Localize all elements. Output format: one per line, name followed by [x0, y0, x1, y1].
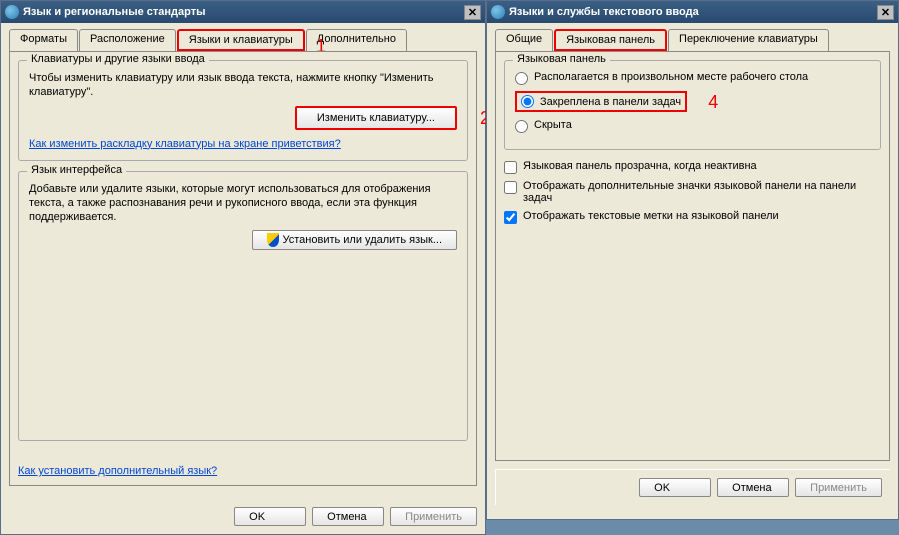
group-title-3: Языковая панель: [513, 53, 610, 65]
tab-general[interactable]: Общие: [495, 29, 553, 51]
shield-icon: [267, 233, 279, 247]
check-transparent[interactable]: Языковая панель прозрачна, когда неактив…: [504, 160, 881, 174]
close-button-2[interactable]: ✕: [877, 5, 894, 20]
checkbox-2[interactable]: [504, 181, 517, 194]
keyboards-group: Клавиатуры и другие языки ввода Чтобы из…: [18, 60, 468, 161]
titlebar-2[interactable]: Языки и службы текстового ввода ✕: [487, 1, 898, 23]
group-desc-2: Добавьте или удалите языки, которые могу…: [29, 182, 457, 225]
check-additional-icons[interactable]: Отображать дополнительные значки языково…: [504, 180, 881, 204]
ok-button-2[interactable]: OK: [639, 478, 711, 497]
button-label: Установить или удалить язык...: [283, 234, 443, 246]
check-label-3: Отображать текстовые метки на языковой п…: [523, 210, 779, 222]
tab-location[interactable]: Расположение: [79, 29, 176, 51]
titlebar[interactable]: Язык и региональные стандарты ✕: [1, 1, 485, 23]
tab-keyboard-switch[interactable]: Переключение клавиатуры: [668, 29, 829, 51]
radio-input-3[interactable]: [515, 120, 528, 133]
apply-button[interactable]: Применить: [390, 507, 477, 526]
tab-content: Клавиатуры и другие языки ввода Чтобы из…: [9, 51, 477, 486]
change-keyboard-button[interactable]: Изменить клавиатуру...: [295, 106, 457, 130]
globe-icon: [5, 5, 19, 19]
window-title: Язык и региональные стандарты: [23, 6, 460, 18]
regional-settings-window: Язык и региональные стандарты ✕ Форматы …: [0, 0, 486, 535]
tabs-bar: Форматы Расположение Языки и клавиатуры …: [1, 23, 485, 51]
tab-languages-keyboards[interactable]: Языки и клавиатуры: [177, 29, 305, 51]
radio-input-2[interactable]: [521, 95, 534, 108]
dialog-buttons-2: OK Отмена Применить: [495, 469, 890, 505]
text-input-services-window: Языки и службы текстового ввода ✕ Общие …: [486, 0, 899, 520]
install-remove-language-button[interactable]: Установить или удалить язык...: [252, 230, 458, 250]
cancel-button[interactable]: Отмена: [312, 507, 384, 526]
language-panel-group: Языковая панель Располагается в произвол…: [504, 60, 881, 150]
window-title-2: Языки и службы текстового ввода: [509, 6, 873, 18]
ok-button[interactable]: OK: [234, 507, 306, 526]
radio-hidden[interactable]: Скрыта: [515, 119, 870, 133]
check-label-2: Отображать дополнительные значки языково…: [523, 180, 881, 204]
radio-label-1: Располагается в произвольном месте рабоч…: [534, 71, 808, 83]
tab-content-2: Языковая панель Располагается в произвол…: [495, 51, 890, 461]
tab-formats[interactable]: Форматы: [9, 29, 78, 51]
group-desc: Чтобы изменить клавиатуру или язык ввода…: [29, 71, 457, 100]
annotation-4: 4: [708, 92, 718, 112]
radio-free-position[interactable]: Располагается в произвольном месте рабоч…: [515, 71, 870, 85]
checkbox-1[interactable]: [504, 161, 517, 174]
check-label-1: Языковая панель прозрачна, когда неактив…: [523, 160, 757, 172]
group-title-2: Язык интерфейса: [27, 164, 126, 176]
check-text-labels[interactable]: Отображать текстовые метки на языковой п…: [504, 210, 881, 224]
cancel-button-2[interactable]: Отмена: [717, 478, 789, 497]
radio-label-2: Закреплена в панели задач: [540, 96, 681, 108]
tab-language-panel[interactable]: Языковая панель: [554, 29, 667, 51]
radio-label-3: Скрыта: [534, 119, 572, 131]
radio-input-1[interactable]: [515, 72, 528, 85]
radio-docked-taskbar[interactable]: Закреплена в панели задач: [515, 91, 687, 112]
dialog-buttons: OK Отмена Применить: [234, 507, 477, 526]
interface-language-group: Язык интерфейса Добавьте или удалите язы…: [18, 171, 468, 441]
welcome-screen-layout-link[interactable]: Как изменить раскладку клавиатуры на экр…: [29, 138, 341, 150]
group-title: Клавиатуры и другие языки ввода: [27, 53, 209, 65]
install-additional-language-link[interactable]: Как установить дополнительный язык?: [18, 465, 217, 477]
globe-icon: [491, 5, 505, 19]
tabs-bar-2: Общие Языковая панель Переключение клави…: [487, 23, 898, 51]
apply-button-2[interactable]: Применить: [795, 478, 882, 497]
close-button[interactable]: ✕: [464, 5, 481, 20]
checkbox-3[interactable]: [504, 211, 517, 224]
